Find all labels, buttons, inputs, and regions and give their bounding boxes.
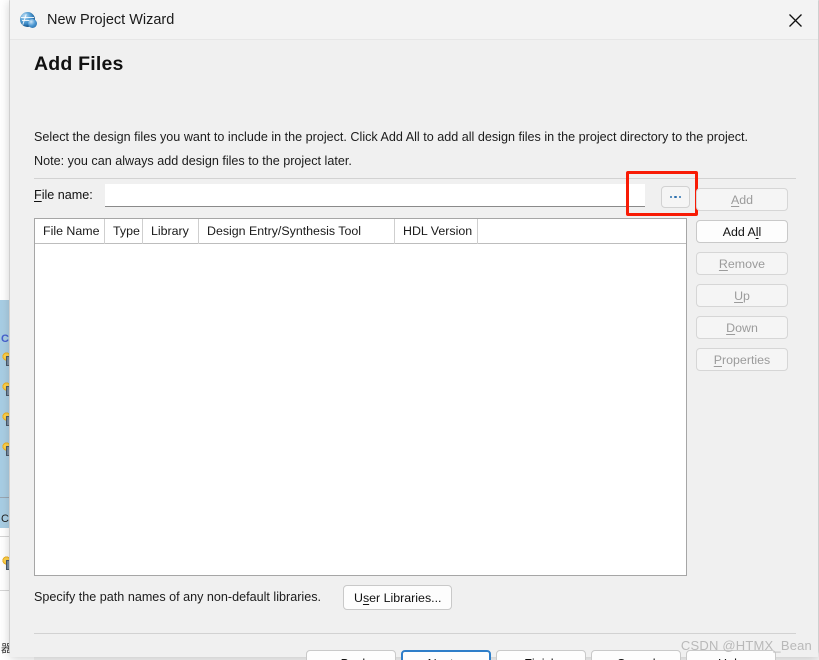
page-title: Add Files	[34, 53, 124, 75]
dialog-title: New Project Wizard	[47, 12, 175, 28]
page-description-line-1: Select the design files you want to incl…	[34, 130, 749, 144]
help-button-label-mnemonic: H	[718, 657, 727, 660]
back-button-label-rest: ack	[349, 657, 369, 660]
ellipsis-dot-3	[678, 195, 682, 199]
up-button-label-rest: p	[743, 288, 750, 303]
watermark-text: CSDN @HTMX_Bean	[680, 638, 812, 653]
down-button: Down	[696, 316, 788, 339]
finish-button-label-rest: inish	[532, 657, 558, 660]
up-button-label-mnemonic: U	[734, 288, 744, 303]
dialog-content: Add Files Select the design files you wa…	[10, 40, 818, 660]
table-body[interactable]	[35, 244, 686, 574]
cancel-button[interactable]: Cancel	[591, 650, 681, 660]
add-button-label-mnemonic: A	[730, 192, 740, 207]
remove-button-label-mnemonic: R	[718, 256, 728, 271]
add-button: Add	[696, 188, 788, 211]
table-column-header-library[interactable]: Library	[143, 219, 199, 244]
ellipsis-dot-2	[674, 195, 677, 199]
next-button-label-rest: ext >	[437, 657, 465, 660]
file-name-label-mnemonic: F	[34, 188, 42, 202]
user-libraries-description: Specify the path names of any non-defaul…	[34, 590, 322, 604]
remove-button-label-rest: emove	[727, 256, 766, 271]
dialog-titlebar: New Project Wizard	[10, 0, 818, 40]
close-icon[interactable]	[772, 0, 818, 40]
add-all-button-label-rest: l	[758, 224, 762, 239]
down-button-label-rest: own	[735, 320, 758, 335]
titlebar-left-group: New Project Wizard	[20, 0, 174, 40]
finish-button-label-mnemonic: F	[524, 657, 532, 660]
ellipsis-dot-1	[669, 195, 673, 199]
table-column-header-design-entry-synthesis-tool[interactable]: Design Entry/Synthesis Tool	[199, 219, 395, 244]
back-button-label-mnemonic: B	[341, 657, 349, 660]
table-header-row: File Name Type Library Design Entry/Synthes…	[35, 219, 686, 244]
cancel-button-label-pre: Cancel	[616, 657, 655, 660]
down-button-label-mnemonic: D	[726, 320, 736, 335]
user-libraries-button[interactable]: Us er Libraries...	[343, 585, 453, 610]
table-column-header-file-name[interactable]: File Name	[35, 219, 105, 244]
up-button: Up	[696, 284, 788, 307]
quartus-globe-icon	[20, 11, 38, 29]
divider-bottom	[34, 633, 796, 634]
design-files-table[interactable]: File Name Type Library Design Entry/Synthes…	[34, 218, 687, 576]
properties-button-label-mnemonic: P	[713, 352, 723, 367]
divider-top	[34, 178, 796, 179]
back-button-label-pre: <	[333, 657, 340, 660]
next-button-label-mnemonic: N	[428, 657, 437, 660]
properties-button-label-rest: roperties	[722, 352, 771, 367]
new-project-wizard-dialog: New Project Wizard Add Files Select the …	[9, 0, 819, 660]
file-name-label: File name:	[34, 188, 93, 202]
add-all-button[interactable]: Add All	[696, 220, 788, 243]
file-action-button-column: Add Add Al l Remove Up Down Properties	[696, 188, 788, 371]
help-button-label-rest: elp	[727, 657, 744, 660]
browse-files-button[interactable]	[661, 186, 690, 208]
file-name-input[interactable]	[105, 184, 645, 207]
back-button[interactable]: < Back	[306, 650, 396, 660]
add-all-button-label-pre: Add A	[722, 224, 756, 239]
remove-button: Remove	[696, 252, 788, 275]
page-description-line-2: Note: you can always add design files to…	[34, 154, 352, 168]
properties-button: Properties	[696, 348, 788, 371]
table-column-header-blank[interactable]	[478, 219, 686, 244]
user-libraries-label-pre: U	[354, 590, 363, 605]
next-button[interactable]: Next >	[401, 650, 491, 660]
table-column-header-type[interactable]: Type	[105, 219, 143, 244]
finish-button[interactable]: Finish	[496, 650, 586, 660]
table-column-header-hdl-version[interactable]: HDL Version	[395, 219, 478, 244]
user-libraries-label-rest: er Libraries...	[369, 590, 442, 605]
add-button-label-rest: dd	[739, 192, 754, 207]
file-name-label-rest: ile name:	[41, 188, 93, 202]
